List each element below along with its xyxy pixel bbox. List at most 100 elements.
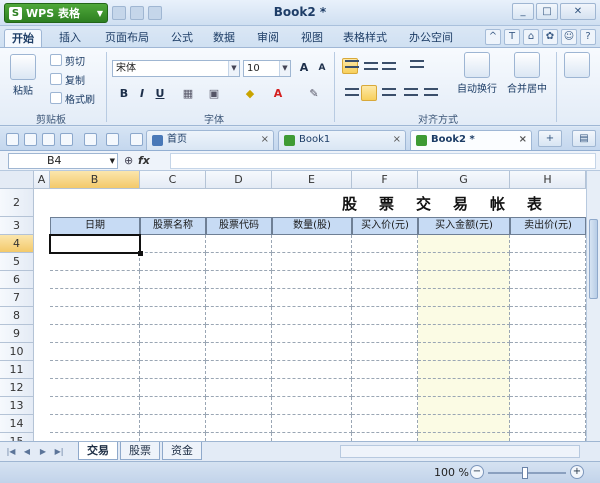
doc-tab-book2[interactable]: Book2 * ×	[410, 130, 532, 150]
tab-formulas[interactable]: 公式	[164, 29, 200, 48]
align-left-icon[interactable]	[345, 88, 359, 96]
grow-font-icon[interactable]: A	[296, 60, 312, 76]
zoom-slider[interactable]	[488, 467, 566, 479]
column-header[interactable]: F	[352, 171, 418, 189]
grid-cell[interactable]	[272, 271, 352, 289]
doc-tab-book1[interactable]: Book1 ×	[278, 130, 406, 150]
grid-cell[interactable]	[206, 415, 272, 433]
grid-cell[interactable]	[418, 289, 510, 307]
grid-cell[interactable]	[206, 271, 272, 289]
grid-cell[interactable]	[140, 379, 206, 397]
indent-increase-icon[interactable]	[424, 88, 438, 96]
grid-cell[interactable]	[50, 397, 140, 415]
grid-cell[interactable]	[418, 271, 510, 289]
row-header[interactable]: 11	[0, 361, 34, 379]
grid-cell[interactable]	[206, 397, 272, 415]
grid-cell[interactable]	[272, 415, 352, 433]
grid-cell[interactable]	[272, 253, 352, 271]
row-header[interactable]: 6	[0, 271, 34, 289]
row-header[interactable]: 12	[0, 379, 34, 397]
zoom-slider-knob[interactable]	[522, 467, 528, 479]
minimize-ribbon-icon[interactable]: ^	[485, 29, 501, 45]
grid-cell[interactable]	[272, 235, 352, 253]
close-icon[interactable]: ×	[261, 131, 269, 149]
share-icon[interactable]: ✿	[542, 29, 558, 45]
grid-cell[interactable]	[140, 415, 206, 433]
grid-cell[interactable]	[510, 361, 586, 379]
table-header-cell[interactable]: 买入金额(元)	[418, 217, 510, 235]
grid-cell[interactable]	[140, 235, 206, 253]
grid-cell[interactable]	[140, 289, 206, 307]
save-icon[interactable]	[112, 6, 126, 20]
grid-cell[interactable]	[206, 433, 272, 441]
grid-cell[interactable]	[352, 415, 418, 433]
tab-review[interactable]: 审阅	[250, 29, 286, 48]
active-cell[interactable]	[49, 234, 143, 256]
column-header[interactable]: C	[140, 171, 206, 189]
grid-cell[interactable]	[352, 397, 418, 415]
table-header-cell[interactable]: 买入价(元)	[352, 217, 418, 235]
zoom-formula-icon[interactable]: ⊕	[124, 154, 133, 167]
shrink-font-icon[interactable]: A	[314, 60, 330, 76]
more-icon[interactable]	[130, 133, 143, 146]
table-header-cell[interactable]: 日期	[50, 217, 140, 235]
grid-cell[interactable]	[140, 325, 206, 343]
wrap-text-button[interactable]: 自动换行	[454, 52, 500, 95]
sheet-tab-stocks[interactable]: 股票	[120, 442, 160, 460]
grid-cell[interactable]	[50, 433, 140, 441]
copy-button[interactable]: 复制	[50, 71, 85, 87]
maximize-button[interactable]: □	[536, 3, 558, 20]
prev-sheet-icon[interactable]: ◀	[22, 446, 32, 457]
grid-cell[interactable]	[352, 289, 418, 307]
italic-button[interactable]: I	[134, 86, 150, 102]
underline-button[interactable]: U	[152, 86, 168, 102]
zoom-level[interactable]: 100 %	[434, 466, 469, 479]
grid-cell[interactable]	[140, 307, 206, 325]
grid-cell[interactable]	[272, 379, 352, 397]
column-header[interactable]: B	[50, 171, 140, 189]
grid-cell[interactable]	[510, 325, 586, 343]
undo-icon[interactable]	[130, 6, 144, 20]
formula-input[interactable]	[170, 153, 596, 169]
grid-cell[interactable]	[206, 325, 272, 343]
grid-cell[interactable]	[206, 235, 272, 253]
clear-format-icon[interactable]: ✎	[306, 86, 322, 102]
grid-cell[interactable]	[272, 307, 352, 325]
align-middle-icon[interactable]	[364, 62, 378, 70]
grid-cell[interactable]	[50, 325, 140, 343]
row-header[interactable]: 4	[0, 235, 34, 253]
grid-cell[interactable]	[140, 343, 206, 361]
row-header[interactable]: 9	[0, 325, 34, 343]
tab-view[interactable]: 视图	[294, 29, 330, 48]
select-all-corner[interactable]	[0, 171, 34, 189]
grid-cell[interactable]	[272, 433, 352, 441]
text-direction-icon[interactable]	[410, 60, 424, 68]
zoom-out-button[interactable]: −	[470, 465, 484, 479]
grid-cell[interactable]	[418, 433, 510, 441]
grid-cell[interactable]	[418, 325, 510, 343]
row-header[interactable]: 14	[0, 415, 34, 433]
tab-page-layout[interactable]: 页面布局	[98, 29, 156, 48]
border-icon[interactable]: ▦	[180, 86, 196, 102]
spreadsheet-grid[interactable]: ABCDEFGH 23456789101112131415 股票交易帐表日期股票名…	[0, 171, 600, 441]
grid-cell[interactable]	[272, 361, 352, 379]
tab-table-style[interactable]: 表格样式	[336, 29, 394, 48]
grid-cell[interactable]	[206, 253, 272, 271]
wps-menu-button[interactable]: S WPS 表格 ▼	[4, 3, 108, 23]
row-header[interactable]: 5	[0, 253, 34, 271]
grid-cell[interactable]	[510, 433, 586, 441]
grid-cell[interactable]	[140, 397, 206, 415]
row-header[interactable]: 8	[0, 307, 34, 325]
grid-cell[interactable]	[510, 235, 586, 253]
last-sheet-icon[interactable]: ▶|	[54, 446, 64, 457]
grid-cell[interactable]	[352, 325, 418, 343]
grid-cell[interactable]	[206, 289, 272, 307]
grid-cell[interactable]	[510, 397, 586, 415]
tab-list-button[interactable]: ▤	[572, 130, 596, 147]
grid-cell[interactable]	[206, 361, 272, 379]
grid-cell[interactable]	[352, 433, 418, 441]
tab-data[interactable]: 数据	[206, 29, 242, 48]
grid-cell[interactable]	[50, 361, 140, 379]
scroll-thumb[interactable]	[589, 219, 598, 299]
grid-cell[interactable]	[140, 271, 206, 289]
